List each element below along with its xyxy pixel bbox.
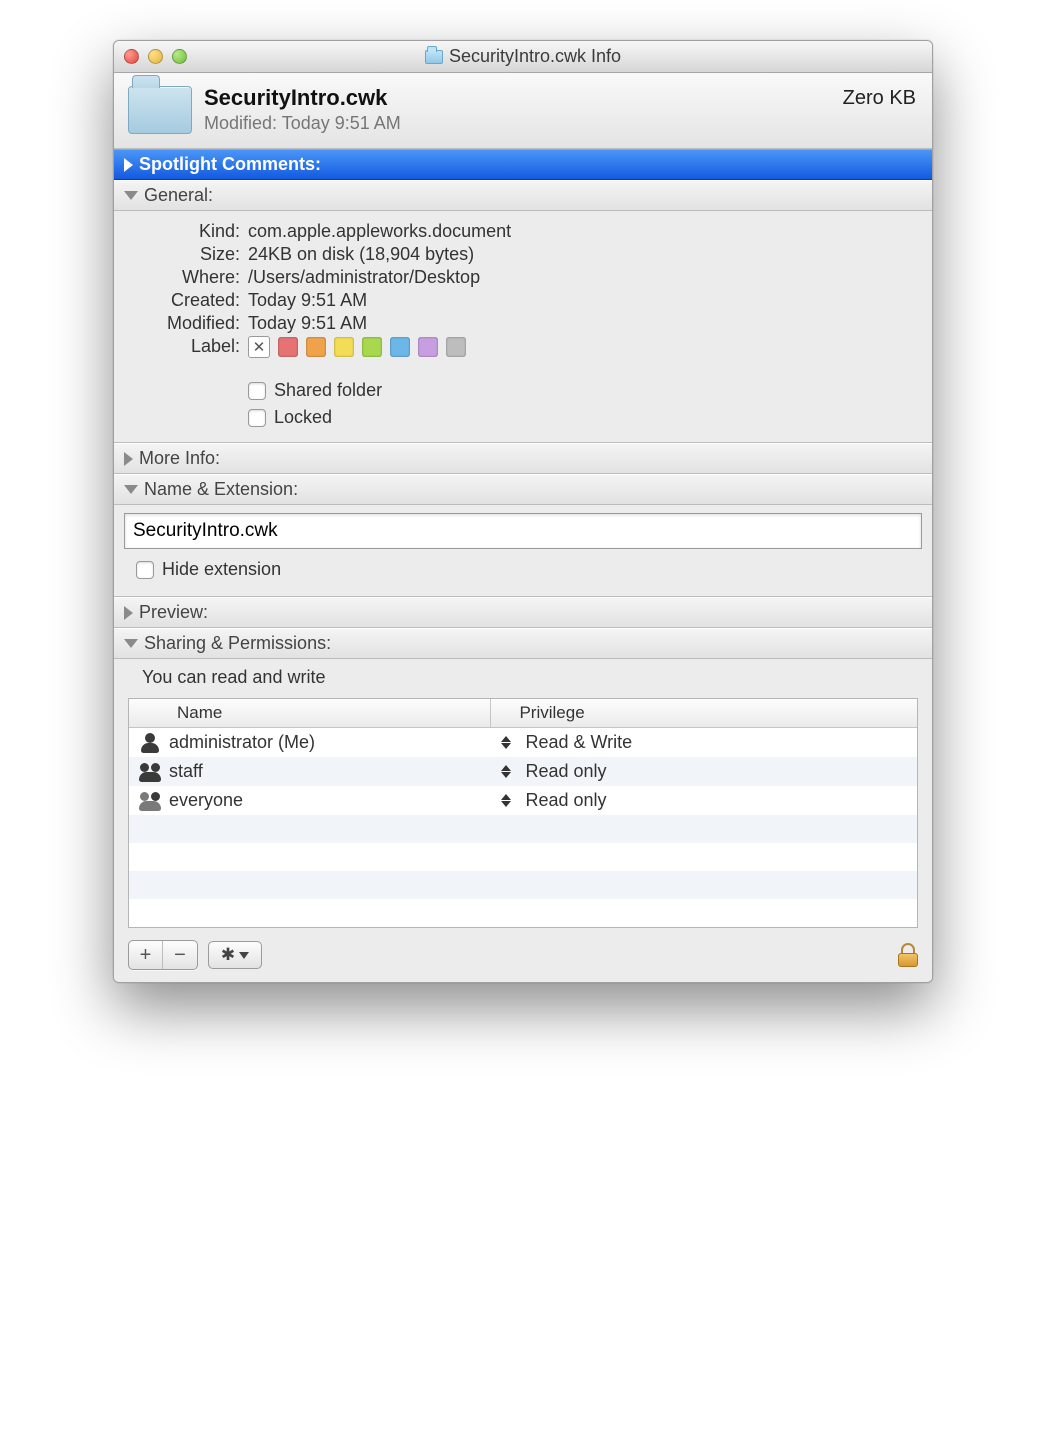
section-spotlight-comments[interactable]: Spotlight Comments: [114,149,932,180]
perm-name: everyone [169,790,243,811]
where-value: /Users/administrator/Desktop [248,267,480,288]
section-more-info[interactable]: More Info: [114,443,932,474]
window-title: SecurityIntro.cwk Info [449,46,621,67]
file-header: SecurityIntro.cwk Modified: Today 9:51 A… [114,73,932,149]
perm-privilege: Read only [525,761,606,782]
filename-label: SecurityIntro.cwk [204,85,843,111]
kind-value: com.apple.appleworks.document [248,221,511,242]
section-title: Spotlight Comments: [139,154,321,175]
gear-icon: ✱ [221,945,235,965]
general-body: Kind: com.apple.appleworks.document Size:… [114,211,932,443]
filename-input[interactable] [124,513,922,549]
group-icon [139,791,161,811]
label-red-button[interactable] [278,337,298,357]
table-row-empty [129,815,917,843]
stepper-icon[interactable] [501,765,513,778]
label-blue-button[interactable] [390,337,410,357]
table-row-empty [129,871,917,899]
add-remove-segment: + − [128,940,198,970]
table-row-empty [129,843,917,871]
chevron-down-icon [239,952,249,959]
name-extension-body: Hide extension [114,505,932,597]
modified-value: Today 9:51 AM [248,313,367,334]
hide-extension-checkbox[interactable] [136,561,154,579]
hide-extension-label: Hide extension [162,559,281,580]
stepper-icon[interactable] [501,736,513,749]
label-purple-button[interactable] [418,337,438,357]
folder-icon [425,50,443,64]
header-text: SecurityIntro.cwk Modified: Today 9:51 A… [204,85,843,134]
disclosure-triangle-icon [124,452,133,466]
traffic-lights [124,49,187,64]
section-title: Preview: [139,602,208,623]
disclosure-triangle-icon [124,158,133,172]
minimize-window-button[interactable] [148,49,163,64]
close-window-button[interactable] [124,49,139,64]
section-title: Sharing & Permissions: [144,633,331,654]
disclosure-triangle-icon [124,191,138,200]
modified-label: Modified: Today 9:51 AM [204,113,843,134]
disclosure-triangle-icon [124,639,138,648]
label-yellow-button[interactable] [334,337,354,357]
disclosure-triangle-icon [124,606,133,620]
table-row-empty [129,899,917,927]
created-label: Created: [130,290,240,311]
column-name[interactable]: Name [129,699,491,727]
section-sharing-permissions[interactable]: Sharing & Permissions: [114,628,932,659]
created-value: Today 9:51 AM [248,290,367,311]
permissions-header: Name Privilege [129,699,917,728]
size-label: Size: [130,244,240,265]
section-title: General: [144,185,213,206]
locked-checkbox[interactable] [248,409,266,427]
permissions-footer: + − ✱ [114,932,932,982]
table-row[interactable]: administrator (Me) Read & Write [129,728,917,757]
shared-folder-checkbox[interactable] [248,382,266,400]
modified-label: Modified: [130,313,240,334]
table-row[interactable]: everyone Read only [129,786,917,815]
remove-user-button[interactable]: − [163,941,197,969]
lock-icon[interactable] [898,943,918,967]
zoom-window-button[interactable] [172,49,187,64]
stepper-icon[interactable] [501,794,513,807]
action-menu-button[interactable]: ✱ [208,941,262,969]
permissions-table: Name Privilege administrator (Me) Read & … [128,698,918,928]
titlebar[interactable]: SecurityIntro.cwk Info [114,41,932,73]
where-label: Where: [130,267,240,288]
permissions-message: You can read and write [142,667,932,688]
shared-folder-label: Shared folder [274,380,382,401]
person-icon [139,733,161,753]
disclosure-triangle-icon [124,485,138,494]
perm-name: administrator (Me) [169,732,315,753]
perm-privilege: Read only [525,790,606,811]
column-privilege[interactable]: Privilege [491,699,917,727]
perm-privilege: Read & Write [525,732,632,753]
section-general[interactable]: General: [114,180,932,211]
group-icon [139,762,161,782]
section-title: More Info: [139,448,220,469]
section-preview[interactable]: Preview: [114,597,932,628]
locked-label: Locked [274,407,332,428]
section-title: Name & Extension: [144,479,298,500]
label-orange-button[interactable] [306,337,326,357]
label-label: Label: [130,336,240,358]
add-user-button[interactable]: + [129,941,163,969]
title-center: SecurityIntro.cwk Info [114,46,932,67]
sharing-body: You can read and write Name Privilege ad… [114,667,932,982]
table-row[interactable]: staff Read only [129,757,917,786]
label-none-button[interactable]: ✕ [248,336,270,358]
kind-label: Kind: [130,221,240,242]
perm-name: staff [169,761,203,782]
label-green-button[interactable] [362,337,382,357]
label-gray-button[interactable] [446,337,466,357]
label-colors: ✕ [248,336,466,358]
filesize-label: Zero KB [843,87,916,110]
info-window: SecurityIntro.cwk Info SecurityIntro.cwk… [113,40,933,983]
section-name-extension[interactable]: Name & Extension: [114,474,932,505]
size-value: 24KB on disk (18,904 bytes) [248,244,474,265]
file-icon [128,86,192,134]
